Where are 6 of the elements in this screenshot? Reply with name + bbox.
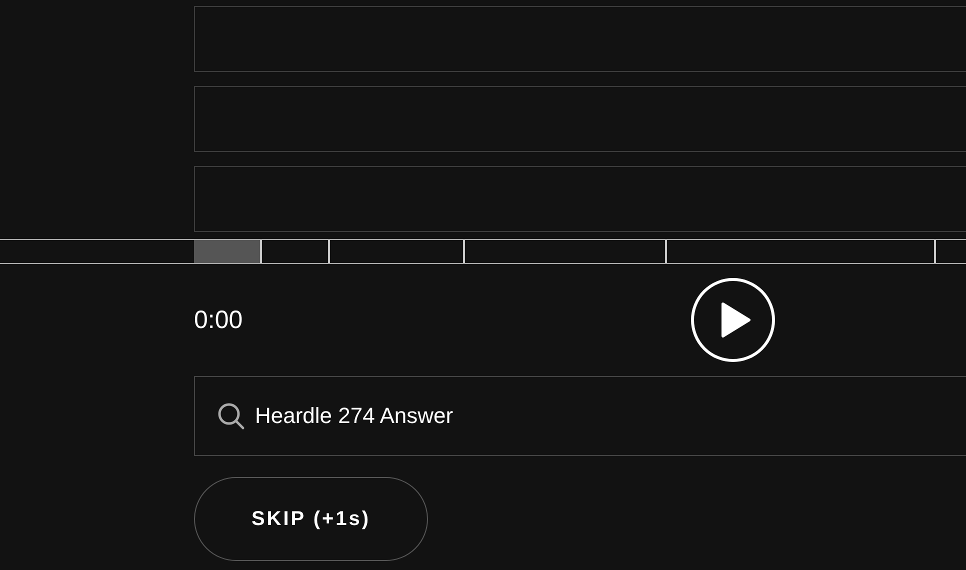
skip-button[interactable]: SKIP (+1s) xyxy=(194,477,428,561)
search-icon xyxy=(217,402,245,430)
elapsed-time: 0:00 xyxy=(194,306,244,334)
search-field[interactable]: Heardle 274 Answer xyxy=(255,403,855,429)
play-button[interactable] xyxy=(691,278,775,362)
play-icon xyxy=(721,302,751,338)
